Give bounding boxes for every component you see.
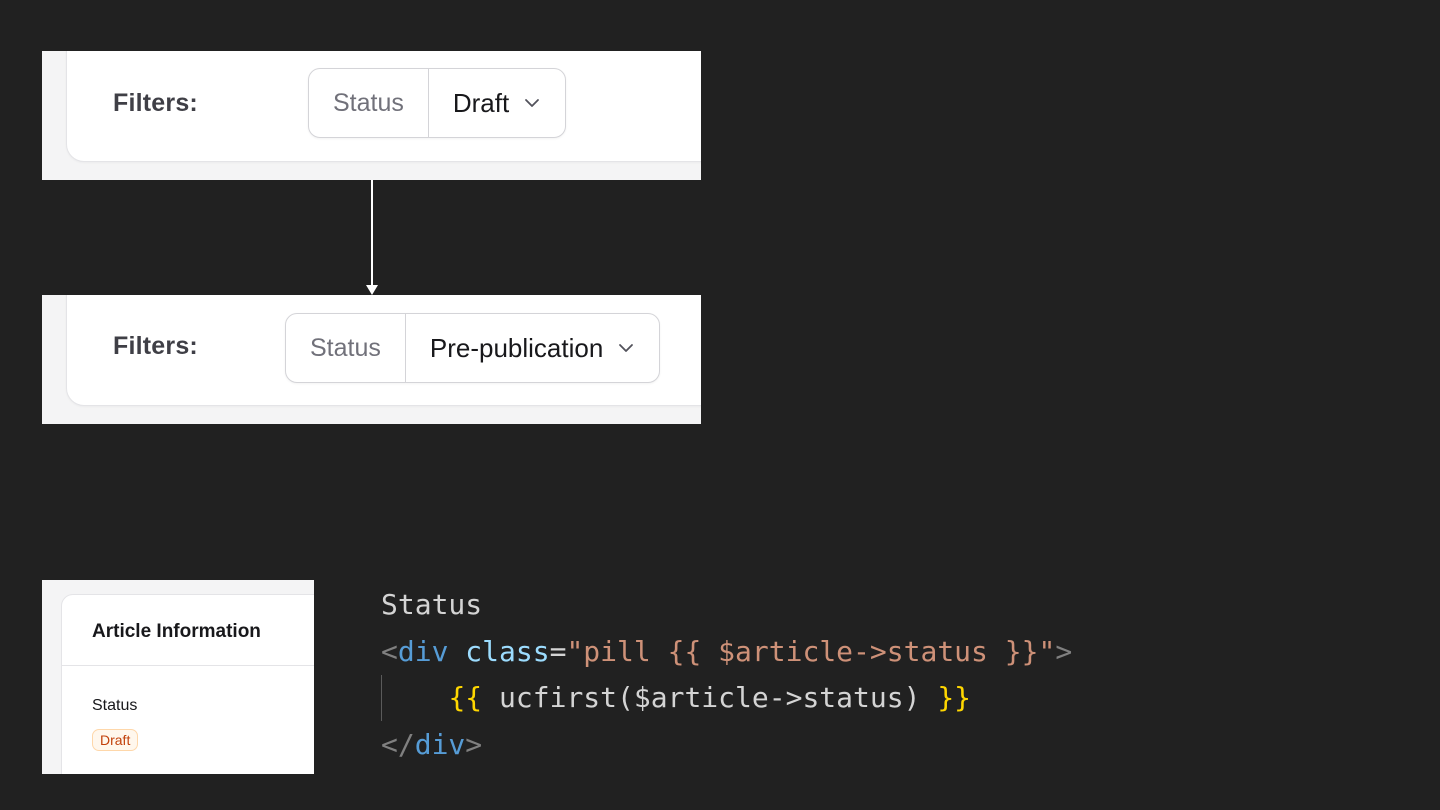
code-tag: div <box>414 727 466 761</box>
code-punct: > <box>1055 634 1073 668</box>
code-tag: div <box>397 634 449 668</box>
filters-label: Filters: <box>113 332 198 360</box>
status-label: Status <box>92 697 138 714</box>
code-punct: > <box>465 727 483 761</box>
code-string: "pill {{ $article->status }}" <box>566 634 1056 668</box>
code-expression: ucfirst($article->status) <box>482 681 938 714</box>
status-filter-label: Status <box>286 314 406 382</box>
code-line-1: Status <box>381 582 1072 629</box>
article-info-panel: Article Information Status Draft <box>42 580 314 774</box>
divider <box>62 665 314 666</box>
code-line-4: </div> <box>381 722 1072 769</box>
code-punct: < <box>381 634 398 668</box>
code-brace: {{ <box>448 681 483 714</box>
status-filter[interactable]: Status Draft <box>308 68 567 138</box>
filter-panel-after: Filters: Status Pre-publication <box>42 295 701 424</box>
code-brace: }} <box>937 681 972 714</box>
status-filter[interactable]: Status Pre-publication <box>285 313 661 383</box>
chevron-down-icon <box>525 99 540 107</box>
article-info-title: Article Information <box>92 621 261 642</box>
arrow-down-icon <box>366 285 378 295</box>
filters-label: Filters: <box>113 89 198 117</box>
status-select[interactable]: Draft <box>429 69 565 137</box>
status-select-value: Draft <box>452 87 510 118</box>
code-snippet: Status <div class="pill {{ $article->stat… <box>381 582 1072 768</box>
filter-panel-before: Filters: Status Draft <box>42 51 701 180</box>
code-attr: class <box>465 634 550 668</box>
code-line-2: <div class="pill {{ $article->status }}"… <box>381 629 1072 676</box>
code-punct: </ <box>381 727 415 761</box>
connector-line <box>371 180 373 286</box>
chevron-down-icon <box>619 344 634 352</box>
status-select-value: Pre-publication <box>429 332 604 363</box>
status-filter-label: Status <box>309 69 429 137</box>
stage: Filters: Status Draft Filters: Status Pr… <box>0 0 1440 810</box>
code-punct: = <box>549 634 567 668</box>
status-select[interactable]: Pre-publication <box>406 314 659 382</box>
article-info-card: Article Information Status Draft <box>61 594 314 774</box>
code-line-3: {{ ucfirst($article->status) }} <box>381 675 1072 722</box>
status-pill: Draft <box>92 729 139 751</box>
code-text: Status <box>381 588 483 621</box>
